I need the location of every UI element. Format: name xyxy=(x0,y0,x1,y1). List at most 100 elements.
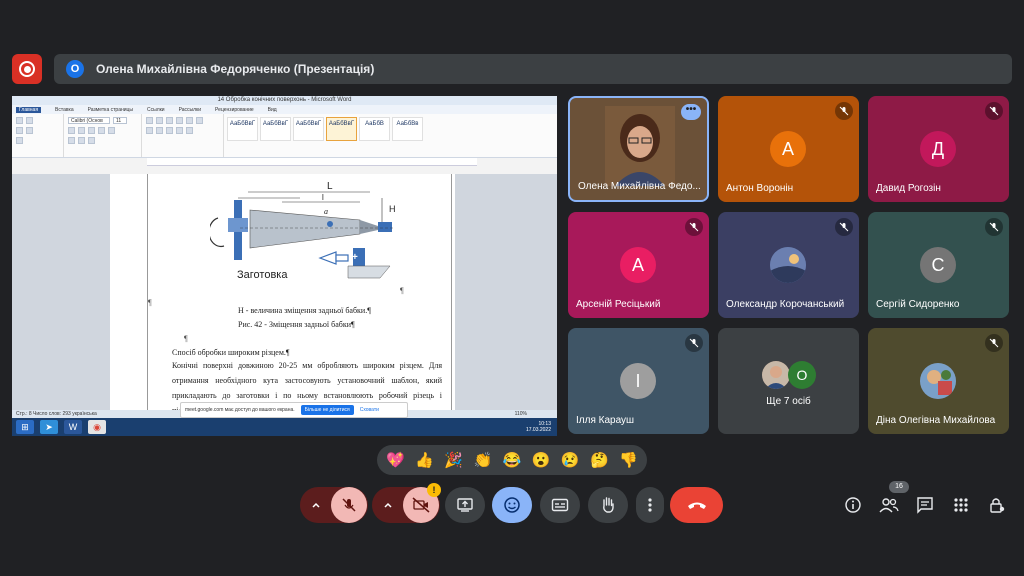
reaction-surprised-button[interactable]: 😮 xyxy=(532,453,551,468)
captions-icon xyxy=(551,498,569,512)
participant-tile[interactable]: А Арсеній Ресіцький xyxy=(568,212,709,318)
apps-grid-icon xyxy=(954,498,968,512)
stop-sharing-button[interactable]: Більше не ділитися xyxy=(300,405,354,415)
host-controls-button[interactable] xyxy=(987,495,1007,515)
reaction-sad-button[interactable]: 😢 xyxy=(561,453,580,468)
chevron-up-icon xyxy=(384,502,392,508)
styles-gallery: АаБбВвГ АаБбВвГ АаБбВвГ АаБбВвГ АаБбВ Аа… xyxy=(224,114,426,157)
ribbon-tab: Вид xyxy=(267,106,277,113)
mic-off-icon xyxy=(342,498,356,512)
meeting-info-button[interactable] xyxy=(843,495,863,515)
avatar: Д xyxy=(920,131,956,167)
camera-off-icon xyxy=(412,497,430,513)
reaction-thumbs-down-button[interactable]: 👎 xyxy=(619,453,638,468)
reaction-heart-button[interactable]: 💖 xyxy=(386,453,405,468)
ribbon-tab: Рецензирование xyxy=(215,106,254,113)
clock-date: 17.03.2022 xyxy=(525,427,551,433)
participant-tile[interactable]: А Антон Воронін xyxy=(718,96,859,202)
reaction-laugh-button[interactable]: 😂 xyxy=(503,453,522,468)
more-participants-tile[interactable]: О Ще 7 осіб xyxy=(718,328,859,434)
captions-button[interactable] xyxy=(540,487,580,523)
present-icon xyxy=(457,498,473,512)
chrome-icon[interactable]: ◉ xyxy=(88,420,106,434)
dim-h-label: H xyxy=(389,204,396,214)
dim-a-label: a xyxy=(324,207,328,216)
style-item: АаБбВвГ xyxy=(260,117,291,141)
activities-button[interactable] xyxy=(951,495,971,515)
reaction-party-button[interactable]: 🎉 xyxy=(444,453,463,468)
ribbon-tab: Вставка xyxy=(55,106,74,113)
mic-off-icon xyxy=(685,218,703,236)
word-window-title: 14 Обробка конічних поверхонь - Microsof… xyxy=(12,96,557,105)
document-area: L l a H + Заготовка ¶ ¶ H - величина змі… xyxy=(12,174,557,415)
participant-name: Сергій Сидоренко xyxy=(876,299,960,310)
reaction-thinking-button[interactable]: 🤔 xyxy=(590,453,609,468)
mic-toggle-button[interactable] xyxy=(331,487,367,523)
hide-notice-link[interactable]: Сховати xyxy=(360,407,379,413)
warning-badge: ! xyxy=(427,483,441,497)
windows-taskbar: ⊞ ➤ W ◉ 10:13 17.03.2022 xyxy=(12,418,557,436)
participant-video xyxy=(605,106,675,186)
chevron-up-icon xyxy=(312,502,320,508)
chat-button[interactable] xyxy=(915,495,935,515)
style-item: АаБбВ xyxy=(359,117,390,141)
word-ribbon-tabs: Главная Вставка Разметка страницы Ссылки… xyxy=(12,105,557,114)
participant-tile[interactable]: Олександр Корочанський xyxy=(718,212,859,318)
paragraph-group xyxy=(142,114,224,157)
more-options-button[interactable]: ••• xyxy=(681,104,701,120)
more-options-button[interactable] xyxy=(636,487,664,523)
word-icon[interactable]: W xyxy=(64,420,82,434)
microphone-control xyxy=(300,487,368,523)
mic-options-button[interactable] xyxy=(301,487,331,523)
avatar: С xyxy=(920,247,956,283)
participant-tile[interactable]: Д Давид Рогозін xyxy=(868,96,1009,202)
style-item: АаБбВвГ xyxy=(227,117,258,141)
participant-tile[interactable]: І Ілля Карауш xyxy=(568,328,709,434)
dim-l-label: L xyxy=(327,181,333,192)
participant-name: Арсеній Ресіцький xyxy=(576,299,661,310)
participant-tile[interactable]: Діна Олегівна Михайлова xyxy=(868,328,1009,434)
mic-off-icon xyxy=(835,218,853,236)
pilcrow: ¶ xyxy=(184,334,188,343)
clipboard-group xyxy=(12,114,64,157)
blank-label: Заготовка xyxy=(237,269,288,281)
font-group: Calibri (Основ 11 xyxy=(64,114,142,157)
reaction-clap-button[interactable]: 👏 xyxy=(474,453,493,468)
participant-name: Олександр Корочанський xyxy=(726,299,845,310)
participant-tile[interactable]: С Сергій Сидоренко xyxy=(868,212,1009,318)
more-vert-icon xyxy=(648,498,652,512)
presentation-bar[interactable]: O Олена Михайлівна Федоряченко (Презента… xyxy=(54,54,1012,84)
mic-off-icon xyxy=(985,334,1003,352)
reactions-button[interactable] xyxy=(492,487,532,523)
telegram-icon[interactable]: ➤ xyxy=(40,420,58,434)
mic-off-icon xyxy=(985,102,1003,120)
screen-share-notice: meet.google.com має доступ до вашого екр… xyxy=(180,402,408,418)
style-item-selected: АаБбВвГ xyxy=(326,117,357,141)
camera-options-button[interactable] xyxy=(373,487,403,523)
font-size-box: 11 xyxy=(113,117,127,124)
participant-name: Олена Михайлівна Федо... xyxy=(578,181,701,192)
info-icon xyxy=(845,497,861,513)
participant-tile[interactable]: ••• Олена Михайлівна Федо... xyxy=(568,96,709,202)
word-ruler xyxy=(147,158,477,166)
people-icon xyxy=(879,498,899,513)
mic-off-icon xyxy=(685,334,703,352)
status-text: Стр.: 8 Число слов: 293 українська xyxy=(16,411,97,417)
start-icon[interactable]: ⊞ xyxy=(16,420,34,434)
style-item: АаБбВвГ xyxy=(293,117,324,141)
raise-hand-button[interactable] xyxy=(588,487,628,523)
participant-name: Ілля Карауш xyxy=(576,415,635,426)
recording-indicator[interactable] xyxy=(12,54,42,84)
ribbon-tab: Ссылки xyxy=(146,106,165,113)
ribbon-tab: Главная xyxy=(16,106,42,113)
people-button[interactable] xyxy=(879,495,899,515)
leave-call-button[interactable] xyxy=(670,487,723,523)
smile-icon xyxy=(504,497,520,513)
word-ribbon: Calibri (Основ 11 АаБбВвГ АаБбВвГ АаБбВв… xyxy=(12,114,557,158)
dim-small-l-label: l xyxy=(322,193,324,202)
hand-icon xyxy=(603,497,614,513)
reaction-thumbs-up-button[interactable]: 👍 xyxy=(415,453,434,468)
participant-name: Діна Олегівна Михайлова xyxy=(876,415,996,426)
document-page: L l a H + Заготовка ¶ ¶ H - величина змі… xyxy=(110,174,455,415)
present-screen-button[interactable] xyxy=(445,487,485,523)
